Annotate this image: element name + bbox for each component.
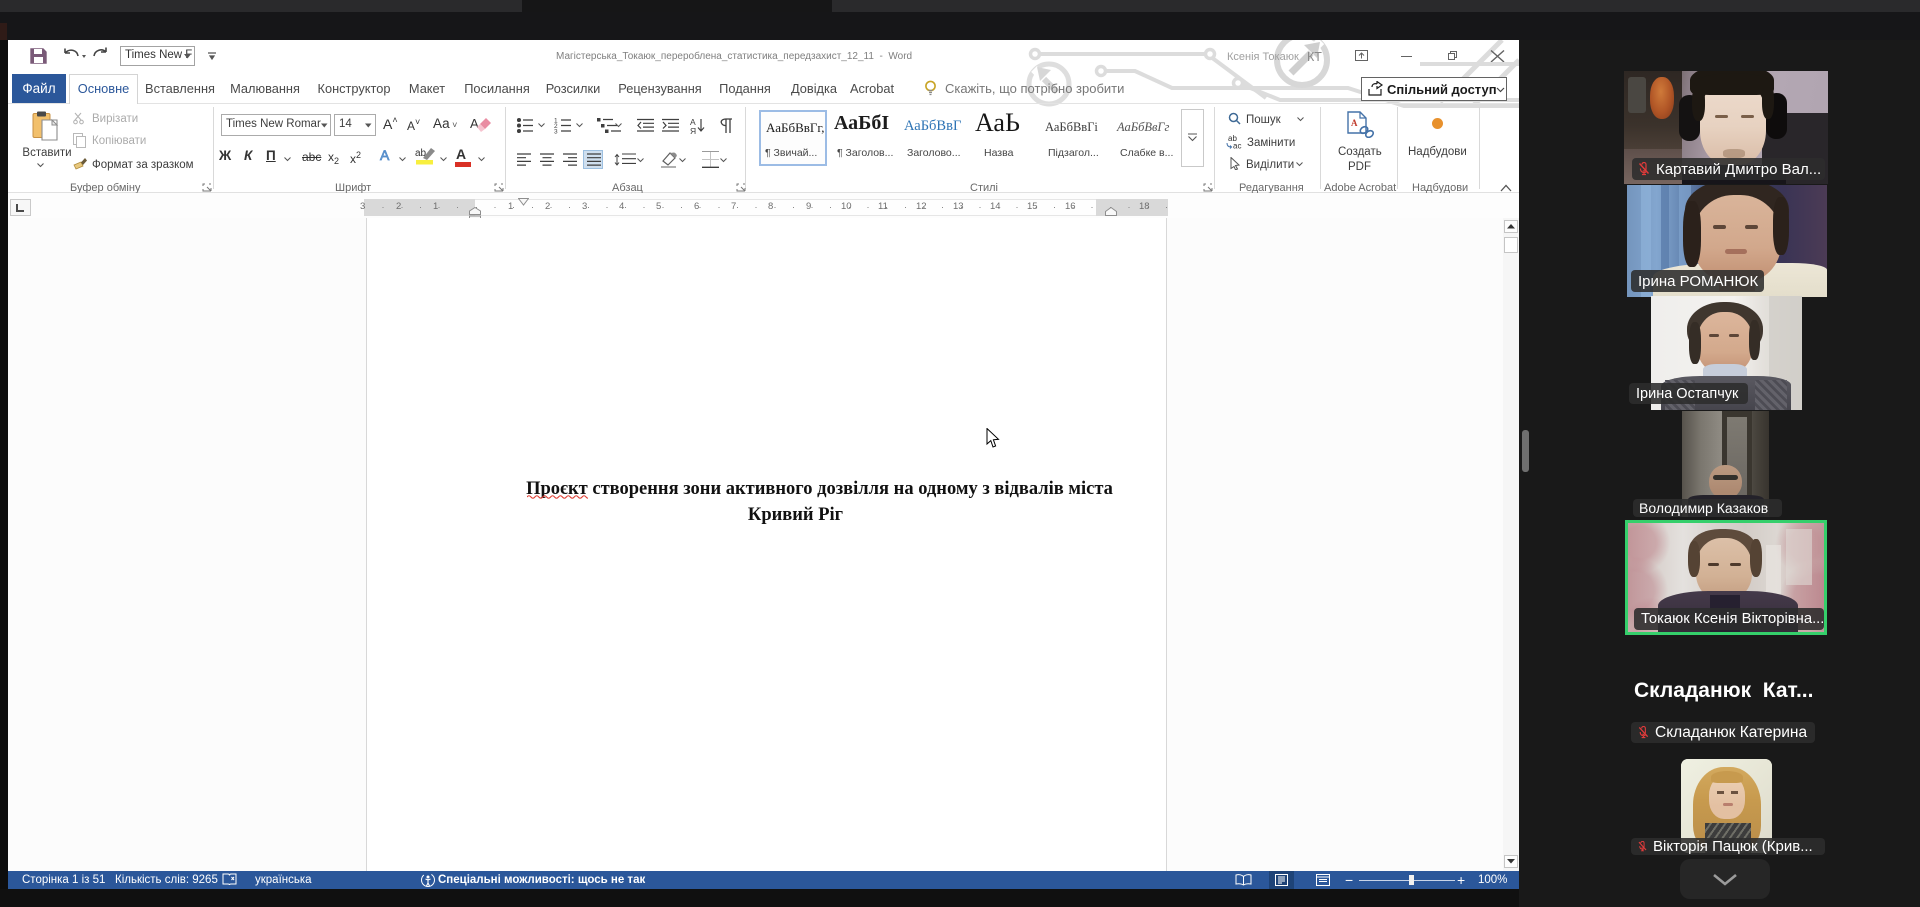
svg-text:А: А bbox=[470, 116, 479, 131]
svg-text:Я: Я bbox=[690, 126, 696, 135]
svg-text:A: A bbox=[1351, 118, 1358, 128]
svg-text:ac: ac bbox=[1233, 142, 1241, 150]
svg-text:3: 3 bbox=[554, 129, 558, 136]
